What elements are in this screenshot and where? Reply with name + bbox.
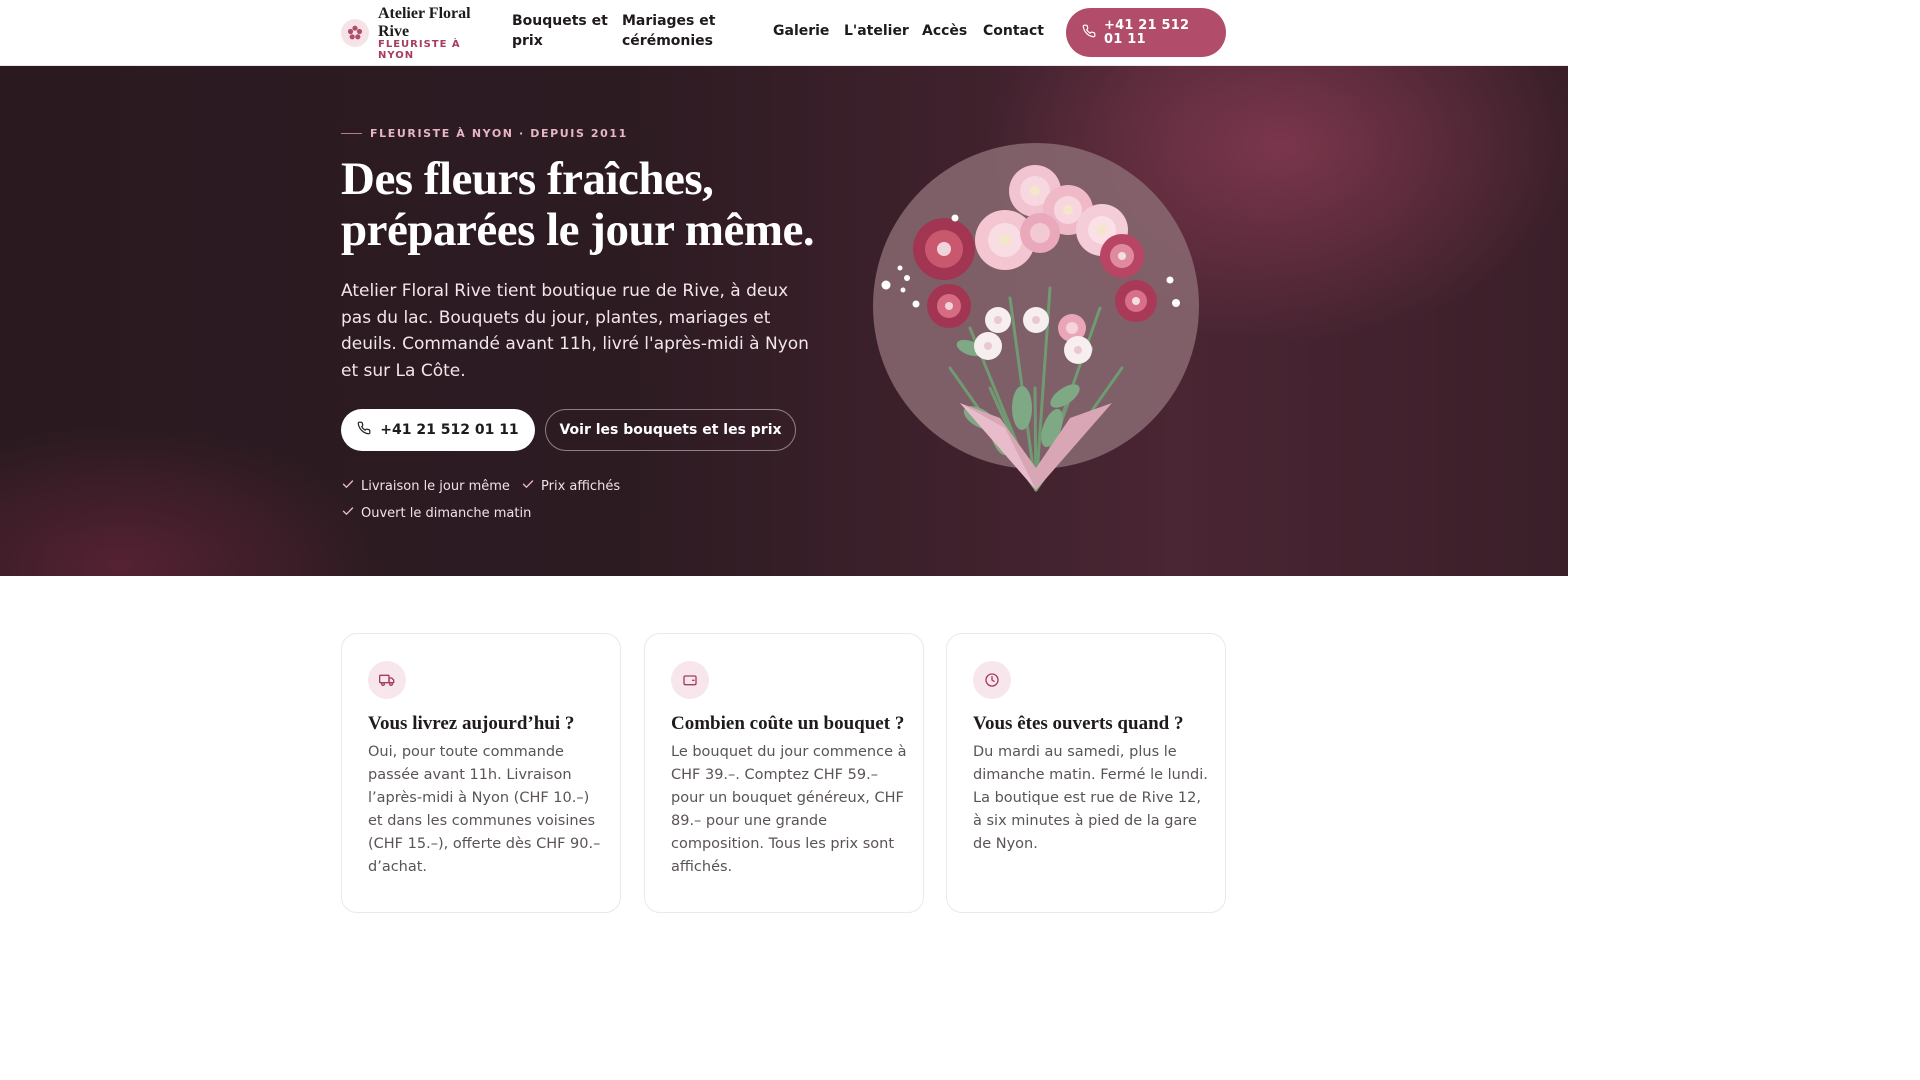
hero-lead: Atelier Floral Rive tient boutique rue d… bbox=[341, 281, 809, 381]
faq-question: Vous êtes ouverts quand ? bbox=[973, 713, 1184, 734]
nav-link-atelier[interactable]: L'atelier bbox=[844, 21, 909, 41]
header-call-label: +41 21 512 01 11 bbox=[1104, 17, 1190, 47]
nav-link-acces[interactable]: Accès bbox=[922, 21, 967, 41]
nav-link-bouquets[interactable]: Bouquets et prix bbox=[512, 11, 612, 51]
brand-logo-link[interactable]: Atelier Floral Rive FLEURISTE À NYON bbox=[341, 4, 481, 62]
perk-label: Prix affichés bbox=[541, 478, 621, 494]
perk-label: Livraison le jour même bbox=[361, 478, 510, 494]
truck-icon bbox=[368, 661, 406, 699]
phone-icon bbox=[357, 421, 371, 439]
eyebrow-text: FLEURISTE À NYON · DEPUIS 2011 bbox=[370, 127, 628, 140]
nav-link-galerie[interactable]: Galerie bbox=[773, 21, 829, 41]
nav-link-contact[interactable]: Contact bbox=[983, 21, 1044, 41]
faq-answer: Du mardi au samedi, plus le dimanche mat… bbox=[973, 744, 1208, 852]
hero-title: Des fleurs fraîches, préparées le jour m… bbox=[341, 153, 815, 256]
brand-tagline: FLEURISTE À NYON bbox=[378, 39, 461, 61]
faq-question: Vous livrez aujourd’hui ? bbox=[368, 713, 575, 734]
perk-item: Livraison le jour même bbox=[341, 477, 510, 495]
check-icon bbox=[521, 477, 535, 495]
bouquet-illustration bbox=[873, 143, 1199, 492]
hero-call-button[interactable]: +41 21 512 01 11 bbox=[341, 409, 535, 451]
check-icon bbox=[341, 504, 355, 522]
phone-icon bbox=[1082, 23, 1096, 42]
view-bouquets-button[interactable]: Voir les bouquets et les prix bbox=[545, 409, 796, 451]
check-icon bbox=[341, 477, 355, 495]
brand-name: Atelier Floral Rive bbox=[378, 5, 471, 40]
clock-icon bbox=[973, 661, 1011, 699]
perk-label: Ouvert le dimanche matin bbox=[361, 505, 532, 521]
faq-card: Combien coûte un bouquet ? Le bouquet du… bbox=[644, 633, 924, 913]
perk-item: Ouvert le dimanche matin bbox=[341, 504, 531, 522]
perk-item: Prix affichés bbox=[521, 477, 620, 495]
faq-answer: Oui, pour toute commande passée avant 11… bbox=[368, 744, 601, 875]
flower-icon bbox=[341, 19, 369, 47]
wallet-icon bbox=[671, 661, 709, 699]
hero-call-label: +41 21 512 01 11 bbox=[380, 422, 519, 438]
site-header: Atelier Floral Rive FLEURISTE À NYON Bou… bbox=[0, 0, 1568, 66]
faq-card: Vous êtes ouverts quand ? Du mardi au sa… bbox=[946, 633, 1226, 913]
hero-eyebrow: FLEURISTE À NYON · DEPUIS 2011 bbox=[341, 127, 628, 140]
faq-answer: Le bouquet du jour commence à CHF 39.–. … bbox=[671, 744, 907, 875]
hero-section: FLEURISTE À NYON · DEPUIS 2011 Des fleur… bbox=[0, 66, 1568, 576]
faq-card: Vous livrez aujourd’hui ? Oui, pour tout… bbox=[341, 633, 621, 913]
header-call-button[interactable]: +41 21 512 01 11 bbox=[1066, 8, 1226, 57]
nav-link-mariages[interactable]: Mariages et cérémonies bbox=[622, 11, 742, 51]
faq-question: Combien coûte un bouquet ? bbox=[671, 713, 905, 734]
eyebrow-divider bbox=[341, 133, 362, 134]
